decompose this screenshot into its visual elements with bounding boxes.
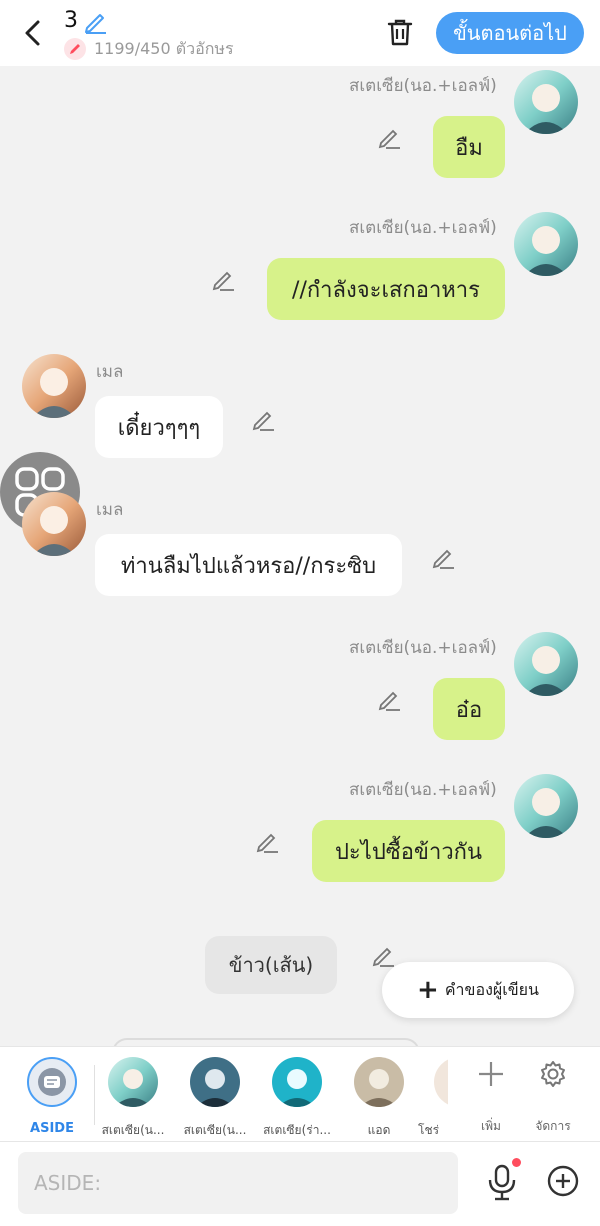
character-label: สเตเซีย(น... [183,1123,247,1137]
edit-message-icon[interactable] [376,124,402,150]
message-bubble[interactable]: //กำลังจะเสกอาหาร [267,258,505,320]
message-sender-name: สเตเซีย(นอ.+เอลฟ์) [349,638,497,658]
message-bubble[interactable]: ท่านลืมไปแล้วหรอ//กระซิบ [95,534,402,596]
character-selector-bar: ASIDE สเตเซีย(น... สเตเซีย(น... สเตเซีย(… [0,1046,600,1142]
message-sender-name: สเตเซีย(นอ.+เอลฟ์) [349,780,497,800]
message-input-bar [0,1142,600,1226]
microphone-icon[interactable] [484,1162,520,1202]
notification-dot [512,1158,521,1167]
character-item[interactable]: โชร่ [406,1055,448,1139]
chat-area: สเตเซีย(นอ.+เอลฟ์) อืม สเตเซีย(นอ.+เอลฟ์… [0,66,600,1046]
message-bubble[interactable]: อืม [433,116,505,178]
next-step-button[interactable]: ขั้นตอนต่อไป [436,12,584,54]
message-sender-name: สเตเซีย(นอ.+เอลฟ์) [349,76,497,96]
message-input[interactable] [18,1152,458,1214]
character-item[interactable]: สเตเซีย(น... [93,1055,173,1139]
character-count: 1199/450 ตัวอักษร [64,38,234,60]
edit-message-icon[interactable] [250,406,276,432]
avatar[interactable] [514,212,578,276]
message-bubble[interactable]: อ๋อ [433,678,505,740]
top-bar: 3 1199/450 ตัวอักษร ขั้นตอนต่อไป [0,0,600,66]
edit-message-icon[interactable] [370,942,396,968]
narration-bubble[interactable]: ข้าว(เส้น) [205,936,337,994]
character-count-text: 1199/450 ตัวอักษร [94,38,234,58]
message-sender-name: เมล [96,500,124,520]
edit-message-icon[interactable] [376,686,402,712]
author-note-label: คำของผู้เขียน [444,979,539,999]
plus-icon [479,1062,503,1086]
avatar[interactable] [514,774,578,838]
message-sender-name: สเตเซีย(นอ.+เอลฟ์) [349,218,497,238]
avatar[interactable] [514,70,578,134]
character-aside[interactable]: ASIDE [12,1055,92,1139]
avatar [434,1057,448,1107]
message-bubble[interactable]: ปะไปซื้อข้าวกัน [312,820,505,882]
add-circle-icon[interactable] [546,1164,580,1198]
message-bubble[interactable]: เดี๋ยวๆๆๆ [95,396,223,458]
add-character-button[interactable]: เพิ่ม [460,1059,522,1139]
plus-icon: + [417,975,439,1005]
character-label: สเตเซีย(ร่า... [263,1123,331,1137]
avatar [272,1057,322,1107]
pencil-badge-icon [64,38,86,60]
edit-message-icon[interactable] [210,266,236,292]
edit-title-icon[interactable] [82,8,108,34]
avatar [354,1057,404,1107]
edit-message-icon[interactable] [430,544,456,570]
avatar [190,1057,240,1107]
avatar [108,1057,158,1107]
character-item[interactable]: สเตเซีย(ร่า... [257,1055,337,1139]
character-label: สเตเซีย(น... [101,1123,165,1137]
aside-icon [27,1057,77,1107]
avatar[interactable] [22,492,86,556]
character-label: ASIDE [30,1121,74,1136]
manage-label: จัดการ [535,1119,571,1133]
gear-icon [541,1061,565,1087]
episode-title: 3 [64,8,78,33]
author-note-button[interactable]: + คำของผู้เขียน [382,962,574,1018]
character-label: โชร่ [418,1123,440,1137]
trash-icon[interactable] [384,16,416,48]
manage-button[interactable]: จัดการ [522,1059,584,1139]
message-sender-name: เมล [96,362,124,382]
edit-message-icon[interactable] [254,828,280,854]
avatar[interactable] [22,354,86,418]
avatar[interactable] [514,632,578,696]
add-label: เพิ่ม [481,1119,501,1133]
back-arrow-icon[interactable] [18,16,48,50]
character-item[interactable]: สเตเซีย(น... [175,1055,255,1139]
